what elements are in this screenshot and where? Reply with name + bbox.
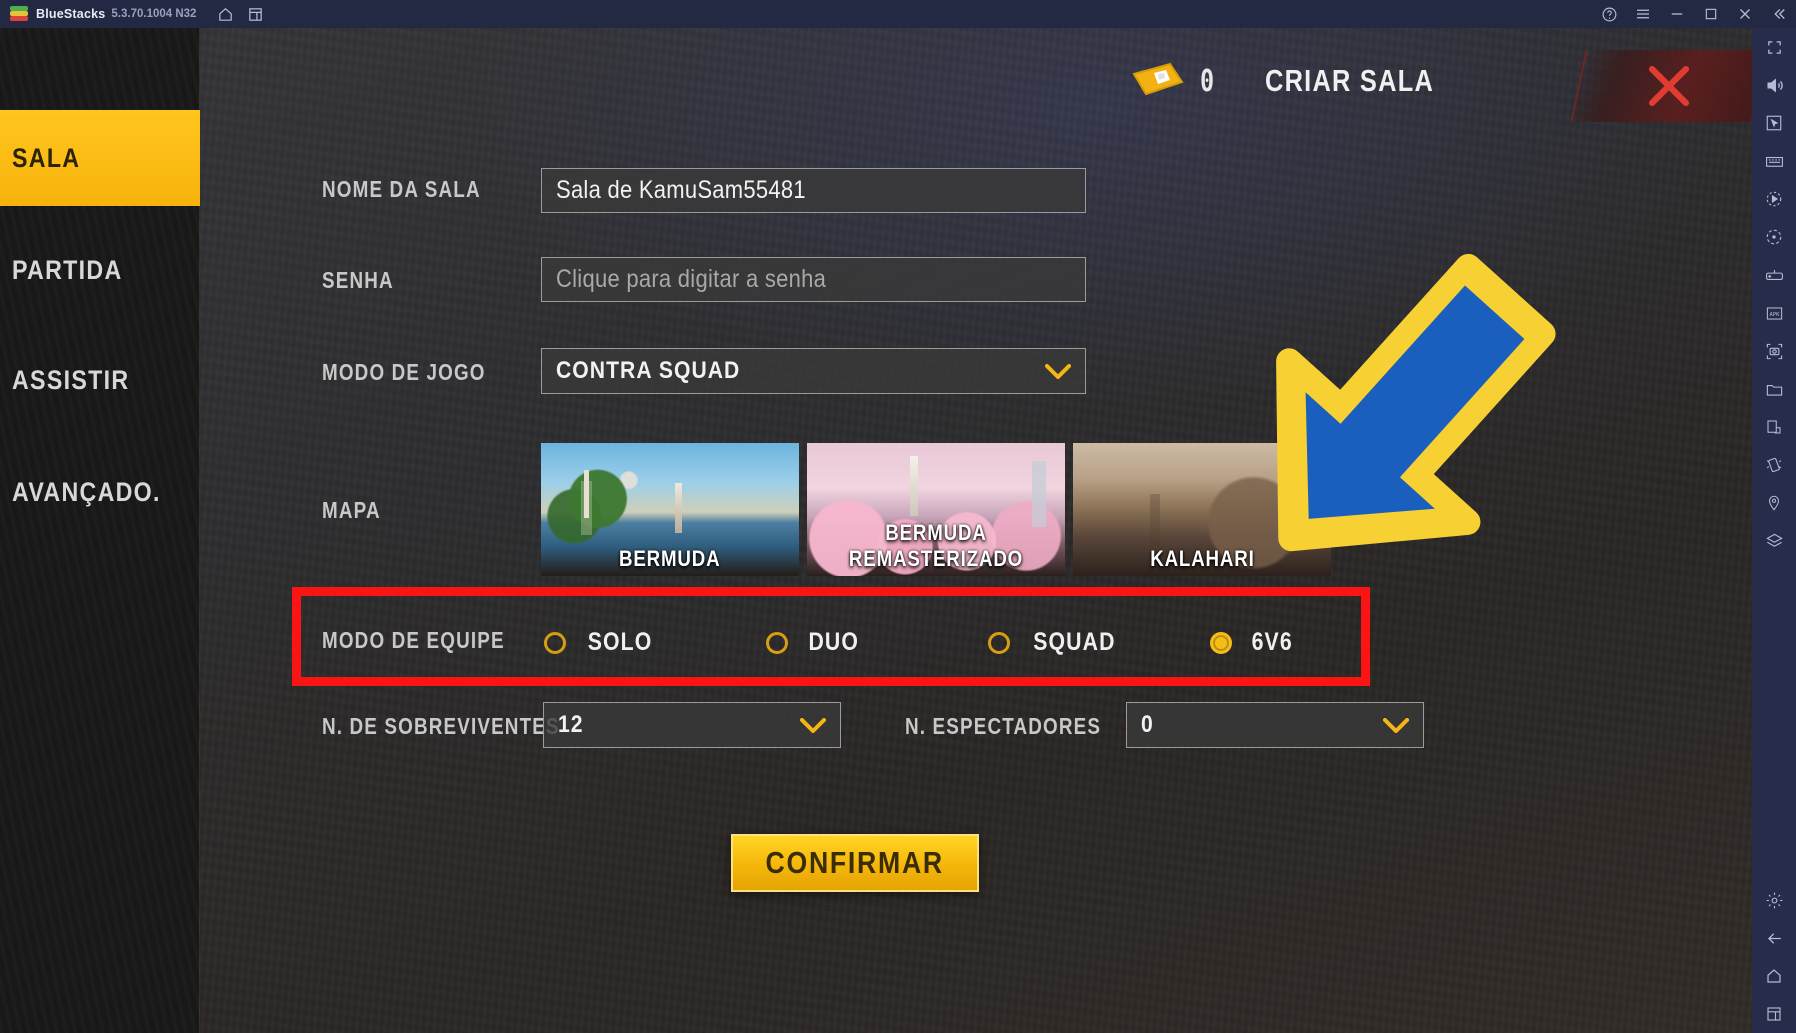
bluestacks-titlebar: BlueStacks 5.3.70.1004 N32 <box>0 0 1796 28</box>
survivors-select[interactable]: 12 <box>543 702 841 748</box>
shake-icon[interactable] <box>1752 446 1796 484</box>
layers-icon[interactable] <box>1752 522 1796 560</box>
menu-icon[interactable] <box>1626 0 1660 28</box>
game-viewport: 0 CRIAR SALA SALA PARTIDA ASSISTIR AVANÇ… <box>0 28 1752 1033</box>
map-card-bermuda[interactable]: BERMUDA <box>541 443 799 576</box>
room-name-value: Sala de KamuSam55481 <box>556 176 806 204</box>
chevron-down-icon <box>800 718 826 733</box>
sidebar-item-label: ASSISTIR <box>12 364 130 395</box>
highlight-annotation-box <box>292 587 1370 686</box>
password-label: SENHA <box>322 267 394 293</box>
map-selector: BERMUDA BERMUDA REMASTERIZADO KALAHARI <box>541 443 1331 576</box>
copy-to-pc-icon[interactable] <box>1752 408 1796 446</box>
multi-instance-icon[interactable] <box>240 0 270 28</box>
sidebar-item-sala[interactable]: SALA <box>0 110 200 206</box>
screenshot-icon[interactable] <box>1752 332 1796 370</box>
media-folder-icon[interactable] <box>1752 370 1796 408</box>
ticket-counter: 0 CRIAR SALA <box>1130 60 1471 102</box>
sidebar-item-avancado[interactable]: AVANÇADO. <box>0 444 200 540</box>
spectators-label: N. ESPECTADORES <box>905 713 1102 739</box>
minimize-icon[interactable] <box>1660 0 1694 28</box>
fullscreen-icon[interactable] <box>1752 28 1796 66</box>
confirm-button-label: CONFIRMAR <box>765 845 945 880</box>
location-icon[interactable] <box>1752 484 1796 522</box>
settings-gear-icon[interactable] <box>1752 881 1796 919</box>
room-name-input[interactable]: Sala de KamuSam55481 <box>541 168 1086 213</box>
svg-text:APK: APK <box>1769 311 1780 317</box>
create-room-header: 0 CRIAR SALA <box>200 28 1752 128</box>
collapse-icon[interactable] <box>1762 0 1796 28</box>
survivors-value: 12 <box>558 711 584 738</box>
rotate-icon[interactable] <box>1752 218 1796 256</box>
volume-icon[interactable] <box>1752 66 1796 104</box>
sidebar-item-label: SALA <box>12 142 81 173</box>
android-home-icon[interactable] <box>1752 957 1796 995</box>
map-name: BERMUDA REMASTERIZADO <box>848 520 1024 571</box>
left-nav: SALA PARTIDA ASSISTIR AVANÇADO. <box>0 28 200 1033</box>
close-x-icon <box>1648 65 1690 107</box>
password-placeholder: Clique para digitar a senha <box>556 265 827 293</box>
gamepad-icon[interactable] <box>1752 256 1796 294</box>
room-name-label: NOME DA SALA <box>322 176 481 202</box>
install-apk-icon[interactable]: APK <box>1752 294 1796 332</box>
spectators-value: 0 <box>1141 711 1154 738</box>
confirm-button[interactable]: CONFIRMAR <box>731 834 979 892</box>
close-button[interactable] <box>1570 50 1752 122</box>
sidebar-item-label: PARTIDA <box>12 254 123 285</box>
recent-apps-icon[interactable] <box>1752 995 1796 1033</box>
game-mode-select[interactable]: CONTRA SQUAD <box>541 348 1086 394</box>
map-label: MAPA <box>322 497 381 523</box>
help-icon[interactable] <box>1592 0 1626 28</box>
page-title: CRIAR SALA <box>1265 63 1435 98</box>
map-card-kalahari[interactable]: KALAHARI <box>1073 443 1331 576</box>
close-icon[interactable] <box>1728 0 1762 28</box>
bluestacks-logo-icon <box>10 6 28 22</box>
password-input[interactable]: Clique para digitar a senha <box>541 257 1086 302</box>
chevron-down-icon <box>1383 718 1409 733</box>
ticket-count: 0 <box>1200 63 1214 99</box>
home-icon[interactable] <box>210 0 240 28</box>
map-card-bermuda-remasterizado[interactable]: BERMUDA REMASTERIZADO <box>807 443 1065 576</box>
app-name: BlueStacks <box>36 7 106 21</box>
maximize-icon[interactable] <box>1694 0 1728 28</box>
map-name: BERMUDA <box>619 546 721 571</box>
spectators-select[interactable]: 0 <box>1126 702 1424 748</box>
cursor-icon[interactable] <box>1752 104 1796 142</box>
back-arrow-icon[interactable] <box>1752 919 1796 957</box>
sidebar-item-label: AVANÇADO. <box>12 476 161 507</box>
game-mode-value: CONTRA SQUAD <box>556 357 741 384</box>
chevron-down-icon <box>1045 364 1071 379</box>
sidebar-item-assistir[interactable]: ASSISTIR <box>0 332 200 428</box>
app-version: 5.3.70.1004 N32 <box>111 8 197 20</box>
sidebar-item-partida[interactable]: PARTIDA <box>0 222 200 318</box>
room-card-ticket-icon <box>1130 60 1186 102</box>
game-mode-label: MODO DE JOGO <box>322 359 486 385</box>
keyboard-controls-icon[interactable] <box>1752 142 1796 180</box>
bluestacks-right-toolbar: APK <box>1752 28 1796 1033</box>
map-name: KALAHARI <box>1149 546 1255 571</box>
macro-record-icon[interactable] <box>1752 180 1796 218</box>
